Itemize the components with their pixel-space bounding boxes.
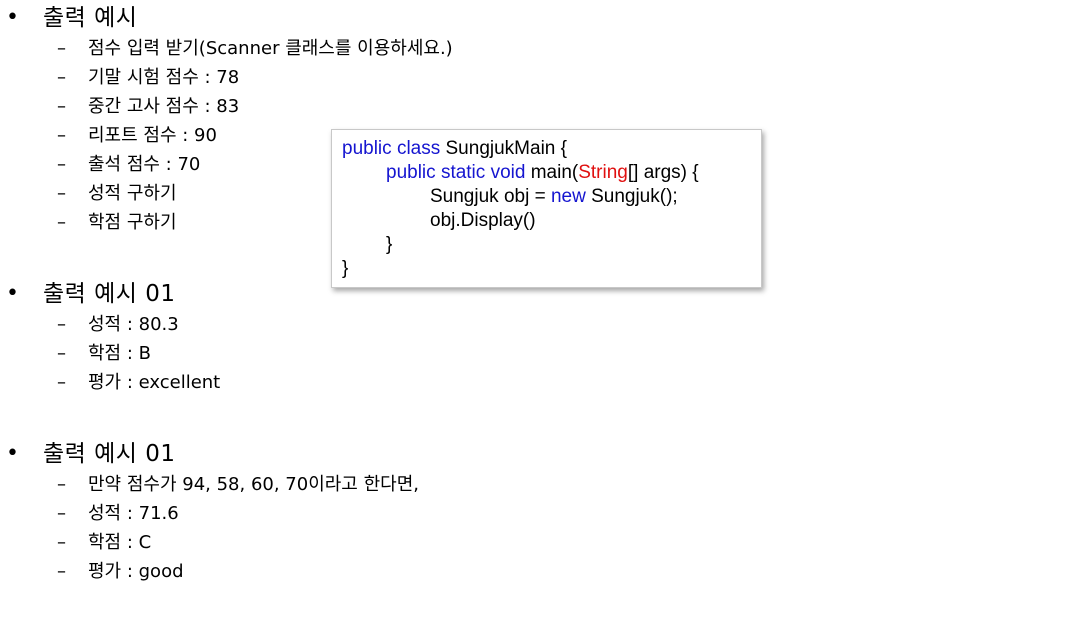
list-item-text: 성적 구하기 <box>88 183 177 204</box>
code-line-2: public static void main(String[] args) { <box>386 161 699 185</box>
code-line-4: obj.Display() <box>430 209 536 233</box>
code-keyword: new <box>550 186 586 207</box>
dash-icon: – <box>57 532 66 553</box>
list-item-text: 성적 : 80.3 <box>88 314 179 335</box>
dash-icon: – <box>57 154 66 175</box>
slide-page: • 출력 예시 – 점수 입력 받기(Scanner 클래스를 이용하세요.) –… <box>0 0 1085 622</box>
code-line-1: public class SungjukMain { <box>342 137 567 161</box>
list-item-text: 리포트 점수 : 90 <box>88 125 217 146</box>
dash-icon: – <box>57 96 66 117</box>
code-text: } <box>342 258 349 279</box>
bullet-icon: • <box>6 5 19 30</box>
code-keyword: public <box>342 138 392 159</box>
list-item-text: 중간 고사 점수 : 83 <box>88 96 240 117</box>
code-keyword: class <box>396 138 441 159</box>
dash-icon: – <box>57 183 66 204</box>
code-text: [] args) { <box>627 162 699 183</box>
list-item-text: 점수 입력 받기(Scanner 클래스를 이용하세요.) <box>88 38 453 59</box>
code-line-6: } <box>342 257 348 281</box>
list-item-text: 평가 : excellent <box>88 372 221 393</box>
dash-icon: – <box>57 212 66 233</box>
list-item-text: 학점 : C <box>88 532 152 553</box>
code-type: String <box>578 162 628 183</box>
code-text: obj.Display() <box>430 210 536 231</box>
code-keyword: public <box>386 162 436 183</box>
code-text: main( <box>525 162 579 183</box>
code-keyword: void <box>490 162 526 183</box>
code-text: SungjukMain { <box>440 138 567 159</box>
section-heading: 출력 예시 01 <box>43 441 176 467</box>
list-item-text: 출석 점수 : 70 <box>88 154 201 175</box>
list-item-text: 평가 : good <box>88 561 184 582</box>
dash-icon: – <box>57 561 66 582</box>
dash-icon: – <box>57 38 66 59</box>
list-item-text: 학점 구하기 <box>88 212 177 233</box>
section-heading: 출력 예시 01 <box>43 281 176 307</box>
list-item-text: 기말 시험 점수 : 78 <box>88 67 240 88</box>
bullet-icon: • <box>6 441 19 466</box>
code-text: Sungjuk(); <box>585 186 678 207</box>
dash-icon: – <box>57 474 66 495</box>
section-heading: 출력 예시 <box>43 5 138 31</box>
dash-icon: – <box>57 343 66 364</box>
code-text: Sungjuk obj = <box>430 186 551 207</box>
code-keyword: static <box>440 162 486 183</box>
list-item-text: 성적 : 71.6 <box>88 503 179 524</box>
dash-icon: – <box>57 372 66 393</box>
dash-icon: – <box>57 314 66 335</box>
code-line-5: } <box>386 233 392 257</box>
dash-icon: – <box>57 67 66 88</box>
bullet-icon: • <box>6 281 19 306</box>
list-item-text: 학점 : B <box>88 343 151 364</box>
code-snippet-box: public class SungjukMain { public static… <box>331 129 762 288</box>
list-item-text: 만약 점수가 94, 58, 60, 70이라고 한다면, <box>88 474 419 495</box>
dash-icon: – <box>57 503 66 524</box>
dash-icon: – <box>57 125 66 146</box>
code-line-3: Sungjuk obj = new Sungjuk(); <box>430 185 678 209</box>
code-text: } <box>386 234 393 255</box>
